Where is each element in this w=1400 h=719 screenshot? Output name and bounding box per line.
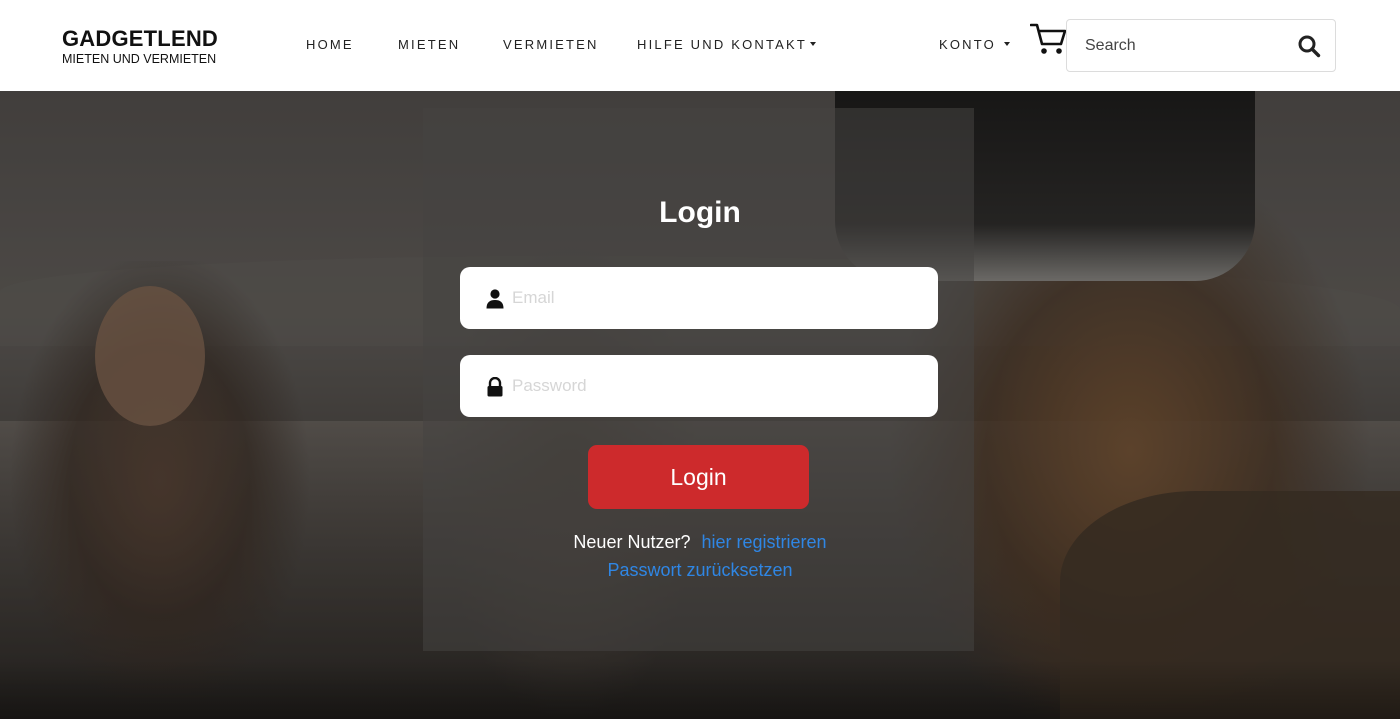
nav-mieten[interactable]: MIETEN bbox=[398, 37, 460, 53]
shopping-cart-icon[interactable] bbox=[1030, 22, 1068, 56]
nav-hilfe-label: HILFE UND KONTAKT bbox=[637, 37, 808, 52]
nav-vermieten[interactable]: VERMIETEN bbox=[503, 37, 599, 53]
password-input[interactable] bbox=[512, 373, 912, 399]
user-icon bbox=[486, 289, 504, 309]
new-user-text: Neuer Nutzer? bbox=[573, 532, 691, 552]
login-title: Login bbox=[659, 196, 741, 229]
reset-password-link[interactable]: Passwort zurücksetzen bbox=[0, 560, 1400, 581]
email-field bbox=[460, 267, 938, 329]
search-box bbox=[1066, 19, 1336, 72]
search-input[interactable] bbox=[1085, 34, 1285, 58]
email-input[interactable] bbox=[512, 285, 912, 311]
nav-konto-dropdown[interactable]: KONTO bbox=[939, 37, 1010, 53]
lock-icon bbox=[487, 377, 503, 397]
caret-down-icon bbox=[810, 42, 817, 47]
password-field bbox=[460, 355, 938, 417]
login-button[interactable]: Login bbox=[588, 445, 809, 509]
brand-title: GADGETLEND bbox=[62, 26, 218, 51]
search-icon[interactable] bbox=[1297, 34, 1321, 58]
top-navbar: GADGETLEND MIETEN UND VERMIETEN HOME MIE… bbox=[0, 0, 1400, 91]
nav-konto-label: KONTO bbox=[939, 37, 996, 52]
nav-hilfe-dropdown[interactable]: HILFE UND KONTAKT bbox=[637, 37, 817, 53]
nav-home[interactable]: HOME bbox=[306, 37, 354, 53]
register-link[interactable]: hier registrieren bbox=[702, 532, 827, 552]
caret-down-icon bbox=[1004, 42, 1010, 47]
brand-logo[interactable]: GADGETLEND MIETEN UND VERMIETEN bbox=[62, 26, 218, 67]
bottom-shade bbox=[0, 660, 1400, 719]
brand-subtitle: MIETEN UND VERMIETEN bbox=[62, 52, 217, 66]
register-line: Neuer Nutzer? hier registrieren bbox=[0, 532, 1400, 553]
